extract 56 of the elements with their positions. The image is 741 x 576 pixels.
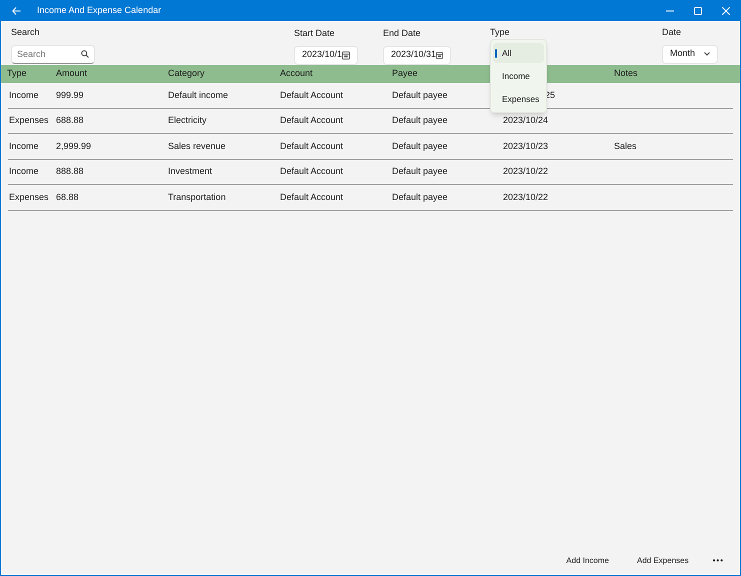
- table-cell: Default payee: [392, 90, 448, 100]
- add-income-button[interactable]: Add Income: [556, 552, 619, 570]
- dropdown-option[interactable]: Expenses: [493, 89, 544, 109]
- date-label: Date: [662, 26, 682, 39]
- date-label: Start Date: [294, 27, 336, 40]
- table-cell: 999.99: [56, 90, 84, 100]
- more-button[interactable]: •••: [706, 552, 730, 570]
- table-cell: 2,999.99: [56, 140, 92, 150]
- column-header: Notes: [614, 68, 638, 78]
- column-header: Payee: [392, 68, 418, 78]
- table-cell: 2023/10/24: [503, 115, 548, 125]
- table-cell: Default Account: [280, 166, 344, 176]
- dropdown-option[interactable]: All: [493, 43, 544, 63]
- table-cell: Default Account: [280, 192, 344, 202]
- table-cell: Default payee: [392, 140, 448, 150]
- search-field[interactable]: Search: [11, 44, 95, 64]
- table-cell: 688.88: [56, 115, 84, 125]
- table-cell: Default income: [168, 90, 228, 100]
- table-cell: 2023/10/23: [503, 140, 548, 150]
- search-icon: [81, 50, 89, 58]
- table-cell: 888.88: [56, 166, 84, 176]
- table-cell: Income: [9, 140, 39, 150]
- search-label: Search: [11, 26, 41, 39]
- table-cell: Default payee: [392, 192, 448, 202]
- table-cell: 2023/10/22: [503, 166, 548, 176]
- table-cell: 2023/10/22: [503, 192, 548, 202]
- column-header: Category: [168, 68, 205, 78]
- date-label: End Date: [383, 27, 422, 40]
- table-cell: Expenses: [9, 192, 49, 202]
- dropdown-option[interactable]: Income: [493, 66, 544, 86]
- table-cell: Investment: [168, 166, 212, 176]
- column-header: Type: [7, 68, 27, 78]
- chevron-down-icon: [704, 52, 710, 56]
- table-cell: Transportation: [168, 192, 226, 202]
- table-cell: Default payee: [392, 115, 448, 125]
- calendar-icon: [342, 50, 350, 60]
- table-cell: Income: [9, 90, 39, 100]
- period-dropdown[interactable]: Month: [662, 44, 718, 64]
- table-cell: 68.88: [56, 192, 79, 202]
- column-header: Amount: [56, 68, 88, 78]
- date-picker[interactable]: 2023/10/31: [383, 46, 451, 64]
- table-cell: Sales: [614, 140, 637, 150]
- table-cell: Default Account: [280, 140, 344, 150]
- calendar-icon: [436, 50, 443, 60]
- table-cell: Default payee: [392, 166, 448, 176]
- window-title: Income And Expense Calendar: [37, 4, 162, 18]
- table-cell: Default Account: [280, 115, 344, 125]
- table-cell: Expenses: [9, 115, 49, 125]
- type-label: Type: [490, 26, 510, 39]
- column-header: Account: [280, 68, 313, 78]
- date-picker[interactable]: 2023/10/1: [294, 46, 358, 64]
- add-expenses-button[interactable]: Add Expenses: [627, 552, 699, 570]
- table-cell: Sales revenue: [168, 140, 226, 150]
- table-cell: Default Account: [280, 90, 344, 100]
- table-cell: Income: [9, 166, 39, 176]
- table-cell: Electricity: [168, 115, 207, 125]
